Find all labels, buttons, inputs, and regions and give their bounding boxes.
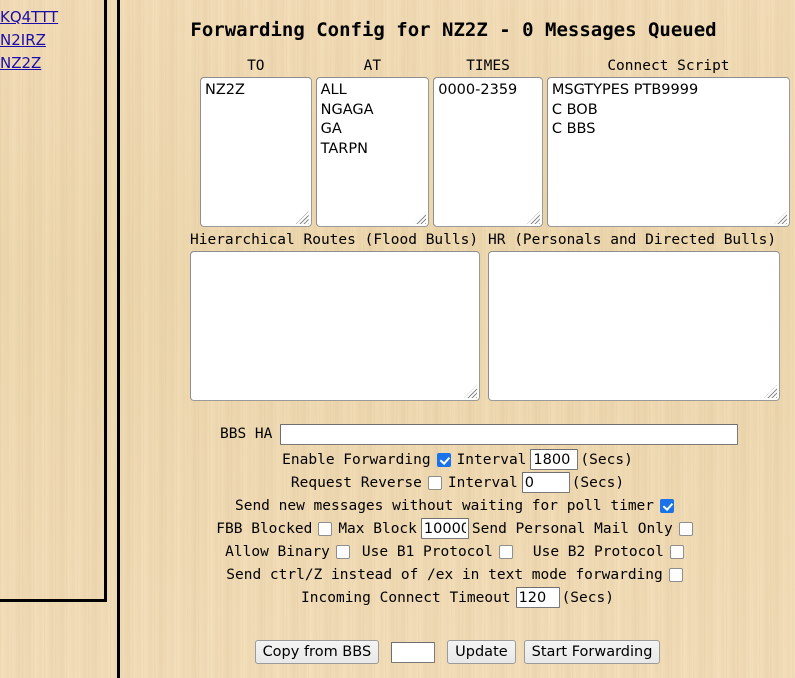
fbb-blocked-row: FBB Blocked Max Block Send Personal Mail…: [120, 517, 795, 540]
hierarchical-label-row: Hierarchical Routes (Flood Bulls) HR (Pe…: [190, 232, 790, 249]
bbs-ha-input[interactable]: [280, 423, 739, 445]
bbs-ha-label: BBS HA: [220, 426, 273, 442]
max-block-input[interactable]: [420, 518, 469, 539]
flood-bulls-textarea[interactable]: [190, 251, 480, 401]
b2-protocol-checkbox[interactable]: [669, 544, 684, 559]
b1-protocol-checkbox[interactable]: [498, 544, 513, 559]
main-panel: Forwarding Config for NZ2Z - 0 Messages …: [120, 0, 795, 678]
reverse-interval-input[interactable]: [521, 472, 570, 493]
page-title: Forwarding Config for NZ2Z - 0 Messages …: [190, 19, 717, 41]
forwarding-columns: TO AT TIMES Connect Script NZ2Z ALL NGAG…: [200, 58, 790, 227]
ctrlz-row: Send ctrl/Z instead of /ex in text mode …: [120, 563, 795, 586]
sidebar-link-1[interactable]: N2IRZ: [0, 29, 104, 52]
allow-binary-label: Allow Binary: [225, 543, 330, 560]
request-reverse-row: Request Reverse Interval (Secs): [120, 471, 795, 494]
column-label-times: TIMES: [466, 58, 510, 74]
reverse-secs-label: (Secs): [571, 474, 625, 491]
max-block-label: Max Block: [338, 520, 417, 537]
send-new-messages-label: Send new messages without waiting for po…: [234, 497, 655, 514]
enable-forwarding-row: Enable Forwarding Interval (Secs): [120, 448, 795, 471]
request-reverse-label: Request Reverse: [290, 474, 422, 491]
ctrlz-label: Send ctrl/Z instead of /ex in text mode …: [226, 566, 663, 583]
protocol-row: Allow Binary Use B1 Protocol Use B2 Prot…: [120, 540, 795, 563]
ctrlz-checkbox[interactable]: [668, 567, 683, 582]
personal-mail-label: Send Personal Mail Only: [471, 520, 673, 537]
at-textarea[interactable]: ALL NGAGA GA TARPN: [315, 77, 430, 227]
update-button[interactable]: Update: [447, 640, 516, 664]
b1-protocol-label: Use B1 Protocol: [361, 543, 493, 560]
action-button-row: Copy from BBS Update Start Forwarding: [120, 640, 795, 664]
column-header-row: TO AT TIMES Connect Script: [200, 58, 790, 74]
send-new-messages-checkbox[interactable]: [660, 498, 675, 513]
directed-bulls-textarea[interactable]: [488, 251, 780, 401]
allow-binary-checkbox[interactable]: [335, 544, 350, 559]
sidebar-link-0[interactable]: KQ4TTT: [0, 6, 104, 29]
fbb-blocked-checkbox[interactable]: [318, 521, 333, 536]
column-label-at: AT: [363, 58, 382, 74]
enable-interval-label: Interval: [456, 451, 527, 468]
flood-bulls-label: Hierarchical Routes (Flood Bulls): [190, 232, 479, 248]
enable-forwarding-checkbox[interactable]: [436, 452, 451, 467]
personal-mail-checkbox[interactable]: [678, 521, 693, 536]
sidebar-link-2[interactable]: NZ2Z: [0, 52, 104, 75]
incoming-timeout-secs-label: (Secs): [561, 589, 614, 606]
sidebar: KQ4TTT N2IRZ NZ2Z: [0, 0, 107, 602]
incoming-timeout-label: Incoming Connect Timeout: [301, 589, 511, 606]
start-forwarding-button[interactable]: Start Forwarding: [523, 640, 661, 664]
column-textarea-row: NZ2Z ALL NGAGA GA TARPN 0000-2359 MSGTYP…: [200, 77, 790, 227]
bbs-ha-row: BBS HA: [120, 420, 795, 448]
column-label-connect-script: Connect Script: [607, 58, 730, 74]
copy-from-bbs-button[interactable]: Copy from BBS: [254, 640, 380, 664]
hierarchical-routes-section: Hierarchical Routes (Flood Bulls) HR (Pe…: [190, 232, 790, 401]
incoming-timeout-row: Incoming Connect Timeout (Secs): [120, 586, 795, 609]
times-textarea[interactable]: 0000-2359: [433, 77, 543, 227]
to-textarea[interactable]: NZ2Z: [200, 77, 312, 227]
b2-protocol-label: Use B2 Protocol: [532, 543, 664, 560]
enable-interval-input[interactable]: [530, 449, 579, 470]
send-new-messages-row: Send new messages without waiting for po…: [120, 494, 795, 517]
directed-bulls-label: HR (Personals and Directed Bulls): [488, 232, 777, 248]
reverse-interval-label: Interval: [447, 474, 518, 491]
page-root: KQ4TTT N2IRZ NZ2Z Forwarding Config for …: [0, 0, 795, 678]
forwarding-options-form: BBS HA Enable Forwarding Interval (Secs)…: [120, 420, 795, 609]
enable-forwarding-label: Enable Forwarding: [282, 451, 431, 468]
request-reverse-checkbox[interactable]: [427, 475, 442, 490]
connect-script-textarea[interactable]: MSGTYPES PTB9999 C BOB C BBS: [546, 77, 790, 227]
fbb-blocked-label: FBB Blocked: [216, 520, 313, 537]
enable-secs-label: (Secs): [580, 451, 633, 468]
copy-from-bbs-input[interactable]: [391, 641, 436, 663]
incoming-timeout-input[interactable]: [515, 587, 560, 608]
hierarchical-textarea-row: [190, 251, 790, 401]
column-label-to: TO: [247, 58, 265, 74]
